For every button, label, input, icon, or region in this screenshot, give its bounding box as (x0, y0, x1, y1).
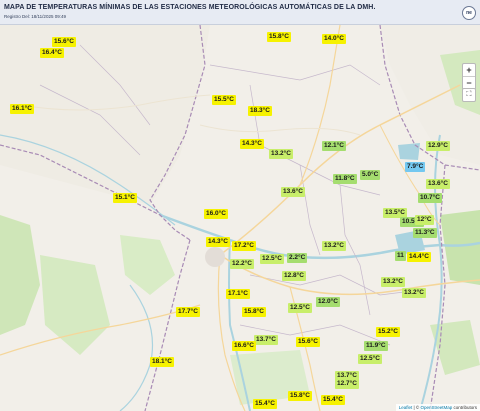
temperature-marker[interactable]: 10.7°C (418, 193, 442, 203)
temperature-marker[interactable]: 13.2°C (269, 149, 293, 159)
temperature-marker[interactable]: 12.9°C (426, 141, 450, 151)
temperature-marker[interactable]: 12.0°C (316, 297, 340, 307)
temperature-marker[interactable]: 15.1°C (113, 193, 137, 203)
temperature-marker[interactable]: 7.9°C (405, 162, 426, 172)
temperature-marker[interactable]: 15.4°C (321, 395, 345, 405)
temperature-marker[interactable]: 15.8°C (242, 307, 266, 317)
temperature-marker[interactable]: 17.2°C (232, 241, 256, 251)
temperature-marker[interactable]: 13.2°C (322, 241, 346, 251)
temperature-marker[interactable]: 12°C (415, 215, 434, 225)
temperature-marker[interactable]: 16.0°C (204, 209, 228, 219)
temperature-marker[interactable]: 16.1°C (10, 104, 34, 114)
temperature-marker[interactable]: 16.6°C (232, 341, 256, 351)
temperature-marker[interactable]: 12.1°C (322, 141, 346, 151)
temperature-marker[interactable]: 15.8°C (267, 32, 291, 42)
temperature-marker[interactable]: 13.2°C (381, 277, 405, 287)
temperature-marker[interactable]: 18.3°C (248, 106, 272, 116)
leaflet-link[interactable]: Leaflet (399, 405, 413, 410)
temperature-marker[interactable]: 12.5°C (358, 354, 382, 364)
temperature-marker[interactable]: 14.3°C (240, 139, 264, 149)
temperature-marker[interactable]: 13.6°C (426, 179, 450, 189)
temperature-marker[interactable]: 13.7°C (254, 335, 278, 345)
temperature-marker[interactable]: 18.1°C (150, 357, 174, 367)
temperature-marker[interactable]: 14.0°C (322, 34, 346, 44)
temperature-marker[interactable]: 15.6°C (296, 337, 320, 347)
temperature-marker[interactable]: 13.6°C (281, 187, 305, 197)
osm-link[interactable]: OpenStreetMap (420, 405, 452, 410)
temperature-marker[interactable]: 11 (395, 251, 406, 261)
temperature-marker[interactable]: 17.7°C (176, 307, 200, 317)
zoom-in-button[interactable]: + (463, 64, 475, 77)
temperature-marker[interactable]: 14.4°C (407, 252, 431, 262)
temperature-marker[interactable]: 15.8°C (288, 391, 312, 401)
temperature-marker[interactable]: 15.6°C (52, 37, 76, 47)
temperature-marker[interactable]: 12.7°C (335, 379, 359, 389)
record-timestamp: Registro Del: 18/11/2025 09:49 (4, 14, 66, 19)
temperature-marker[interactable]: 2.2°C (287, 253, 308, 263)
temperature-marker[interactable]: 15.5°C (212, 95, 236, 105)
dmh-logo: ne (462, 6, 476, 20)
temperature-marker[interactable]: 17.1°C (226, 289, 250, 299)
temperature-marker[interactable]: 5.0°C (360, 170, 381, 180)
temperature-marker[interactable]: 15.4°C (253, 399, 277, 409)
temperature-marker[interactable]: 16.4°C (40, 48, 64, 58)
temperature-marker[interactable]: 12.8°C (282, 271, 306, 281)
temperature-marker[interactable]: 11.3°C (413, 228, 437, 238)
temperature-marker[interactable]: 11.9°C (364, 341, 388, 351)
temperature-marker[interactable]: 15.2°C (376, 327, 400, 337)
zoom-control: + − (462, 63, 476, 90)
temperature-marker[interactable]: 12.2°C (230, 259, 254, 269)
temperature-marker[interactable]: 14.3°C (206, 237, 230, 247)
map-attribution: Leaflet | © OpenStreetMap contributors (395, 404, 480, 411)
attribution-suffix: contributors (452, 405, 477, 410)
fullscreen-button[interactable]: ⛶ (462, 88, 476, 102)
map-canvas[interactable]: + − ⛶ 15.6°C 16.4°C 15.8°C 14.0°C 16.1°C 15.5… (0, 25, 480, 411)
page-header: MAPA DE TEMPERATURAS MÍNIMAS DE LAS ESTA… (0, 0, 480, 25)
temperature-marker[interactable]: 12.5°C (260, 254, 284, 264)
temperature-marker[interactable]: 13.2°C (402, 288, 426, 298)
page-title: MAPA DE TEMPERATURAS MÍNIMAS DE LAS ESTA… (4, 4, 376, 11)
temperature-marker[interactable]: 12.5°C (288, 303, 312, 313)
temperature-marker[interactable]: 11.8°C (333, 174, 357, 184)
